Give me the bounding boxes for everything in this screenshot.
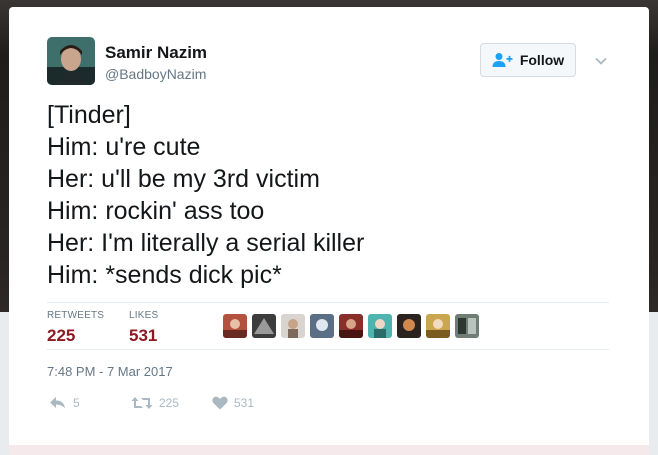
heart-icon xyxy=(212,396,228,410)
tweet-line: Him: u're cute xyxy=(47,133,201,161)
follow-button[interactable]: Follow xyxy=(480,43,576,77)
retweets-stat[interactable]: RETWEETS 225 xyxy=(47,310,104,346)
follow-label: Follow xyxy=(519,52,565,68)
profile-photo-icon xyxy=(47,37,95,85)
likes-label: LIKES xyxy=(129,310,159,321)
tweet-timestamp[interactable]: 7:48 PM - 7 Mar 2017 xyxy=(47,364,173,379)
tweet-line: Her: I'm literally a serial killer xyxy=(47,229,365,257)
liker-avatar[interactable] xyxy=(252,314,276,338)
divider xyxy=(47,349,609,350)
liker-avatar[interactable] xyxy=(426,314,450,338)
liker-avatar[interactable] xyxy=(368,314,392,338)
retweet-button[interactable]: 225 xyxy=(131,396,179,410)
tweet-card: Samir Nazim @BadboyNazim Follow [Tinder]… xyxy=(9,7,649,455)
liker-avatar[interactable] xyxy=(310,314,334,338)
liker-avatars xyxy=(223,314,479,338)
tweet-line: Her: u'll be my 3rd victim xyxy=(47,165,320,193)
tweet-line: [Tinder] xyxy=(47,101,131,129)
add-user-icon xyxy=(492,53,513,67)
retweets-count: 225 xyxy=(47,326,76,345)
liker-avatar[interactable] xyxy=(339,314,363,338)
display-name[interactable]: Samir Nazim xyxy=(105,43,207,63)
reply-icon xyxy=(50,397,65,409)
avatar[interactable] xyxy=(47,37,95,85)
user-handle[interactable]: @BadboyNazim xyxy=(105,66,206,82)
retweet-icon xyxy=(131,397,153,409)
reply-button[interactable]: 5 xyxy=(49,396,80,410)
retweets-label: RETWEETS xyxy=(47,310,105,321)
divider xyxy=(47,302,609,303)
tweet-line: Him: rockin' ass too xyxy=(47,197,265,225)
retweet-count: 225 xyxy=(159,396,180,410)
liker-avatar[interactable] xyxy=(455,314,479,338)
chevron-down-icon[interactable] xyxy=(593,53,609,69)
liker-avatar[interactable] xyxy=(281,314,305,338)
like-button[interactable]: 531 xyxy=(212,396,254,410)
likes-count: 531 xyxy=(129,326,158,345)
tweet-text: [Tinder] Him: u're cute Her: u'll be my … xyxy=(47,99,627,291)
card-footer xyxy=(9,445,649,455)
liker-avatar[interactable] xyxy=(397,314,421,338)
likes-stat[interactable]: LIKES 531 xyxy=(129,310,158,346)
like-count: 531 xyxy=(234,396,255,410)
tweet-line: Him: *sends dick pic* xyxy=(47,261,282,289)
reply-count: 5 xyxy=(73,396,80,410)
liker-avatar[interactable] xyxy=(223,314,247,338)
